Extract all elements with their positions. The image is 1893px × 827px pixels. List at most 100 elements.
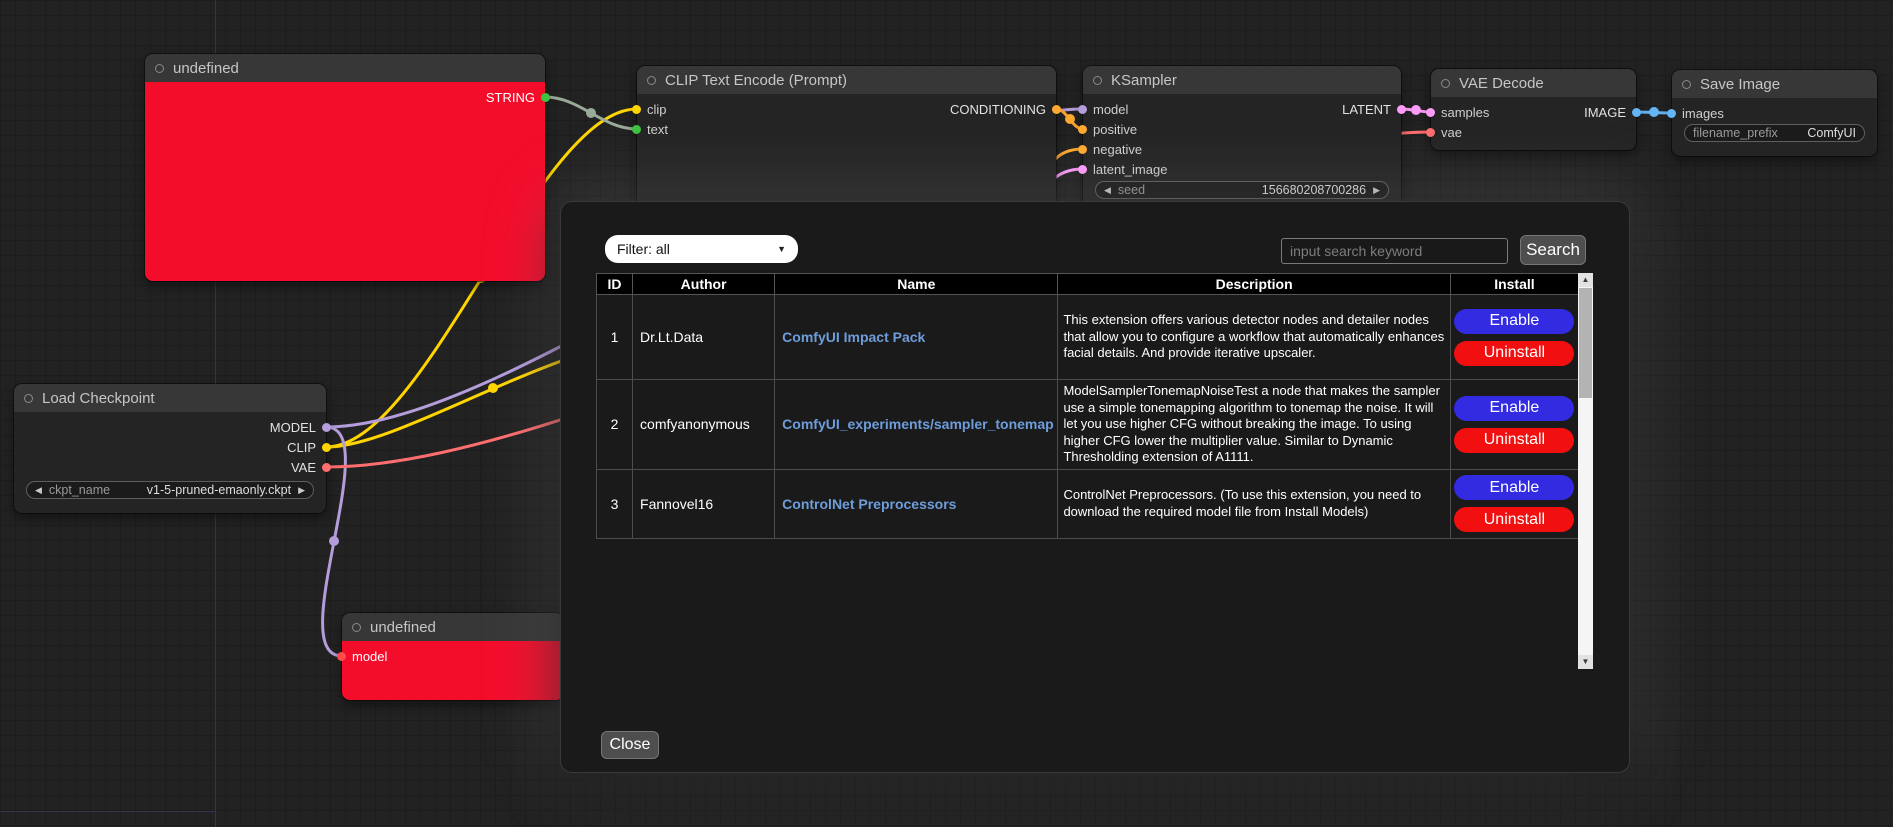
slot-label: VAE	[291, 460, 316, 475]
input-slot-model[interactable]: model	[1078, 99, 1128, 119]
widget-name: ckpt_name	[49, 483, 110, 497]
scroll-up-icon[interactable]: ▲	[1578, 273, 1593, 287]
slot-label: latent_image	[1093, 162, 1167, 177]
manager-dialog: Filter: all ▼ Search ID Author Name Desc…	[560, 201, 1630, 773]
slot-label: samples	[1441, 105, 1489, 120]
output-slot-conditioning[interactable]: CONDITIONING	[950, 99, 1061, 119]
search-button[interactable]: Search	[1520, 235, 1586, 265]
slot-label: images	[1682, 106, 1724, 121]
input-slot-clip[interactable]: clip	[632, 99, 667, 119]
slot-dot-conditioning[interactable]	[1052, 105, 1061, 114]
slot-label: positive	[1093, 122, 1137, 137]
enable-button[interactable]: Enable	[1454, 309, 1574, 334]
uninstall-button[interactable]: Uninstall	[1454, 507, 1574, 532]
link-dot	[586, 108, 596, 118]
slot-label: MODEL	[270, 420, 316, 435]
decrement-arrow-icon[interactable]: ◀	[35, 486, 42, 495]
node-header[interactable]: CLIP Text Encode (Prompt)	[637, 66, 1056, 94]
widget-ckpt-name[interactable]: ◀ ckpt_name v1-5-pruned-emaonly.ckpt ▶	[26, 481, 314, 499]
extension-link[interactable]: ComfyUI Impact Pack	[782, 329, 925, 345]
widget-value: 156680208700286	[1262, 183, 1366, 197]
extension-link[interactable]: ComfyUI_experiments/sampler_tonemap	[782, 416, 1054, 432]
node-save-image[interactable]: Save Image images filename_prefix ComfyU…	[1672, 70, 1877, 156]
node-header[interactable]: undefined	[145, 54, 545, 82]
collapse-dot-icon[interactable]	[1682, 80, 1691, 89]
dropdown-caret-icon: ▼	[777, 244, 786, 254]
output-slot-clip[interactable]: CLIP	[287, 437, 331, 457]
increment-arrow-icon[interactable]: ▶	[298, 486, 305, 495]
close-button[interactable]: Close	[601, 731, 659, 759]
input-slot-text[interactable]: text	[632, 119, 668, 139]
node-title: VAE Decode	[1459, 75, 1544, 92]
input-slot-negative[interactable]: negative	[1078, 139, 1142, 159]
node-header[interactable]: KSampler	[1083, 66, 1401, 94]
slot-dot-model[interactable]	[322, 423, 331, 432]
node-header[interactable]: Load Checkpoint	[14, 384, 326, 412]
collapse-dot-icon[interactable]	[1093, 76, 1102, 85]
collapse-dot-icon[interactable]	[24, 394, 33, 403]
increment-arrow-icon[interactable]: ▶	[1373, 186, 1380, 195]
collapse-dot-icon[interactable]	[647, 76, 656, 85]
cell-id: 2	[597, 380, 633, 470]
scroll-down-icon[interactable]: ▼	[1578, 655, 1593, 669]
slot-dot-vae[interactable]	[322, 463, 331, 472]
slot-dot-model[interactable]	[337, 652, 346, 661]
collapse-dot-icon[interactable]	[1441, 79, 1450, 88]
extension-link[interactable]: ControlNet Preprocessors	[782, 496, 956, 512]
input-slot-images[interactable]: images	[1667, 103, 1724, 123]
cell-description: ControlNet Preprocessors. (To use this e…	[1058, 469, 1450, 538]
input-slot-vae[interactable]: vae	[1426, 122, 1462, 142]
slot-dot-negative[interactable]	[1078, 145, 1087, 154]
node-undefined-bottom[interactable]: undefined model	[342, 613, 564, 700]
table-scrollbar[interactable]: ▲ ▼	[1578, 273, 1593, 669]
node-vae-decode[interactable]: VAE Decode samples IMAGE vae	[1431, 69, 1636, 150]
slot-dot-clip[interactable]	[632, 105, 641, 114]
slot-dot-text[interactable]	[632, 125, 641, 134]
scrollbar-thumb[interactable]	[1579, 288, 1592, 398]
node-title: undefined	[370, 619, 436, 636]
slot-dot-images[interactable]	[1667, 109, 1676, 118]
node-load-checkpoint[interactable]: Load Checkpoint MODEL CLIP VAE ◀ ckpt_na…	[14, 384, 326, 513]
slot-dot-image[interactable]	[1632, 108, 1641, 117]
output-slot-string[interactable]: STRING	[486, 87, 550, 107]
uninstall-button[interactable]: Uninstall	[1454, 341, 1574, 366]
node-body: images filename_prefix ComfyUI	[1672, 98, 1877, 156]
slot-dot-model[interactable]	[1078, 105, 1087, 114]
table-row: 2 comfyanonymous ComfyUI_experiments/sam…	[597, 380, 1579, 470]
uninstall-button[interactable]: Uninstall	[1454, 428, 1574, 453]
node-body: samples IMAGE vae	[1431, 97, 1636, 150]
input-slot-model[interactable]: model	[337, 646, 387, 666]
slot-dot-clip[interactable]	[322, 443, 331, 452]
node-undefined-top[interactable]: undefined STRING	[145, 54, 545, 281]
cell-author: comfyanonymous	[633, 380, 775, 470]
slot-dot-vae[interactable]	[1426, 128, 1435, 137]
slot-dot-latent-image[interactable]	[1078, 165, 1087, 174]
comfyui-canvas[interactable]: { "icons": { "arrow_left": "◀", "arrow_r…	[0, 0, 1893, 827]
collapse-dot-icon[interactable]	[352, 623, 361, 632]
slot-dot-latent[interactable]	[1397, 105, 1406, 114]
filter-dropdown[interactable]: Filter: all ▼	[605, 235, 798, 263]
node-header[interactable]: undefined	[342, 613, 564, 641]
output-slot-latent[interactable]: LATENT	[1342, 99, 1406, 119]
header-description: Description	[1058, 274, 1450, 295]
node-header[interactable]: Save Image	[1672, 70, 1877, 98]
search-input[interactable]	[1281, 238, 1508, 264]
widget-filename-prefix[interactable]: filename_prefix ComfyUI	[1684, 124, 1865, 142]
input-slot-samples[interactable]: samples	[1426, 102, 1489, 122]
enable-button[interactable]: Enable	[1454, 475, 1574, 500]
slot-dot-samples[interactable]	[1426, 108, 1435, 117]
widget-seed[interactable]: ◀ seed 156680208700286 ▶	[1095, 181, 1389, 199]
output-slot-image[interactable]: IMAGE	[1584, 102, 1641, 122]
slot-dot-positive[interactable]	[1078, 125, 1087, 134]
output-slot-model[interactable]: MODEL	[270, 417, 331, 437]
input-slot-latent-image[interactable]: latent_image	[1078, 159, 1167, 179]
decrement-arrow-icon[interactable]: ◀	[1104, 186, 1111, 195]
input-slot-positive[interactable]: positive	[1078, 119, 1137, 139]
output-slot-vae[interactable]: VAE	[291, 457, 331, 477]
node-header[interactable]: VAE Decode	[1431, 69, 1636, 97]
node-title: KSampler	[1111, 72, 1177, 89]
enable-button[interactable]: Enable	[1454, 396, 1574, 421]
slot-dot-string[interactable]	[541, 93, 550, 102]
collapse-dot-icon[interactable]	[155, 64, 164, 73]
node-body: MODEL CLIP VAE ◀ ckpt_name v1-5-pruned-e…	[14, 412, 326, 513]
